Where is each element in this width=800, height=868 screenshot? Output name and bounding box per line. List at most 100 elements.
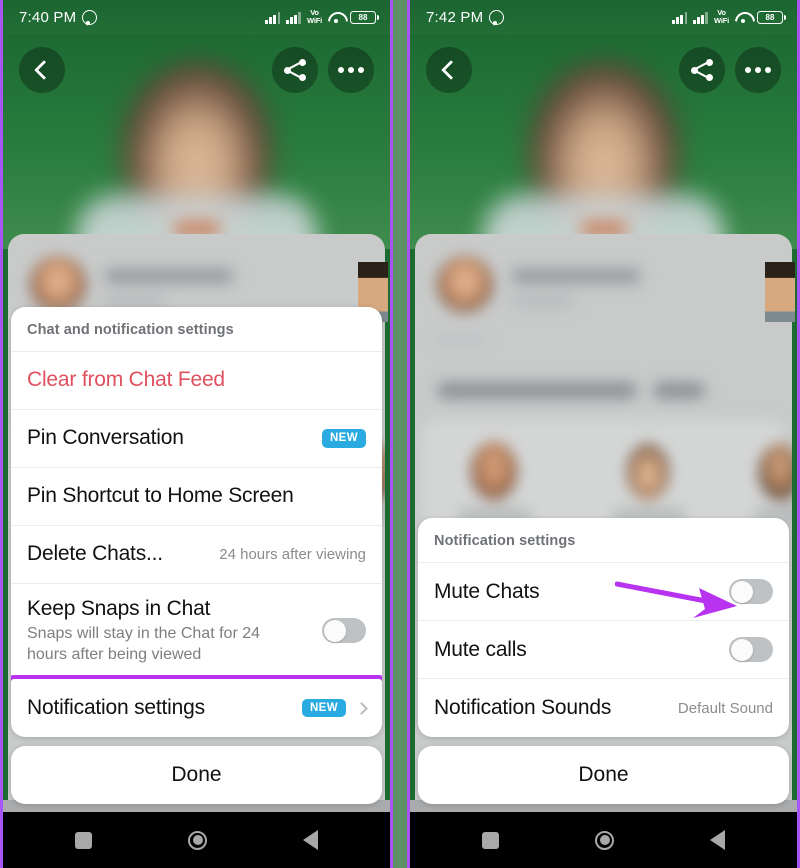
- section-heading-placeholder-2: [653, 382, 705, 399]
- whatsapp-icon: [82, 9, 98, 25]
- share-icon: [691, 59, 713, 81]
- row-value: 24 hours after viewing: [219, 545, 366, 563]
- sheet-title: Chat and notification settings: [11, 307, 382, 352]
- battery-icon: 88: [350, 10, 379, 24]
- more-options-button[interactable]: [735, 47, 781, 93]
- more-options-button[interactable]: [328, 47, 374, 93]
- phone-separator-gap: [393, 0, 407, 868]
- row-label: Notification Sounds: [434, 696, 612, 719]
- row-label: Notification settings: [27, 696, 205, 719]
- status-bar-left: 7:40 PM: [19, 8, 98, 26]
- profile-name-placeholder: [511, 268, 641, 284]
- suggested-avatar: [627, 444, 669, 500]
- row-subtitle: Snaps will stay in the Chat for 24 hours…: [27, 624, 261, 663]
- square-icon[interactable]: [482, 831, 499, 849]
- signal-bars-sim2-icon: [286, 11, 302, 24]
- profile-username-placeholder: [104, 296, 166, 306]
- whatsapp-icon: [489, 9, 505, 25]
- avatar: [30, 256, 86, 312]
- row-pin-shortcut-to-home-screen[interactable]: Pin Shortcut to Home Screen: [11, 468, 382, 526]
- keep-snaps-toggle[interactable]: [322, 618, 366, 644]
- signal-bars-sim2-icon: [693, 11, 709, 24]
- row-label: Pin Conversation: [27, 426, 184, 450]
- share-icon: [284, 59, 306, 81]
- row-keep-snaps-in-chat[interactable]: Keep Snaps in Chat Snaps will stay in th…: [11, 584, 382, 679]
- row-label: Clear from Chat Feed: [27, 368, 225, 392]
- action-sheet-container: Chat and notification settings Clear fro…: [11, 306, 382, 804]
- row-notification-settings[interactable]: Notification settings NEW: [11, 675, 382, 737]
- signal-bars-sim1-icon: [672, 11, 688, 24]
- android-navigation-bar: [3, 812, 390, 868]
- share-button[interactable]: [272, 47, 318, 93]
- profile-tag-placeholder: [437, 334, 485, 346]
- share-button[interactable]: [679, 47, 725, 93]
- row-text-block: Keep Snaps in Chat Snaps will stay in th…: [27, 597, 312, 665]
- battery-icon: 88: [757, 10, 786, 24]
- row-accessories: NEW: [321, 429, 366, 448]
- hero-toolbar: [410, 42, 797, 98]
- vowifi-icon: Vo WiFi: [714, 9, 729, 25]
- row-accessories: NEW: [301, 698, 368, 718]
- wifi-icon: [735, 11, 751, 23]
- new-badge: NEW: [301, 698, 346, 718]
- row-mute-chats[interactable]: Mute Chats: [418, 563, 789, 621]
- profile-name-placeholder: [104, 268, 234, 284]
- status-bar-time: 7:40 PM: [19, 8, 77, 26]
- action-sheet-container: Notification settings Mute Chats Mute ca…: [418, 518, 789, 804]
- row-value: Default Sound: [677, 699, 773, 717]
- new-badge: NEW: [321, 429, 366, 448]
- circle-icon[interactable]: [595, 830, 614, 850]
- row-notification-sounds[interactable]: Notification Sounds Default Sound: [418, 679, 789, 737]
- hero-toolbar-right: [272, 47, 374, 93]
- hero-toolbar: [3, 42, 390, 98]
- hero-toolbar-right: [679, 47, 781, 93]
- back-button[interactable]: [19, 47, 65, 93]
- back-button[interactable]: [426, 47, 472, 93]
- chevron-right-icon: [355, 701, 368, 715]
- sheet-title: Notification settings: [418, 518, 789, 563]
- square-icon[interactable]: [75, 831, 92, 849]
- chat-and-notification-settings-sheet: Chat and notification settings Clear fro…: [11, 306, 382, 737]
- row-label: Keep Snaps in Chat: [27, 596, 211, 620]
- more-options-icon: [338, 67, 364, 73]
- circle-icon[interactable]: [188, 830, 207, 850]
- vowifi-line2: WiFi: [714, 16, 729, 25]
- avatar: [437, 256, 493, 312]
- section-heading-placeholder: [437, 382, 637, 399]
- triangle-back-icon[interactable]: [710, 830, 725, 850]
- suggested-avatar: [471, 442, 517, 500]
- vowifi-icon: Vo WiFi: [307, 9, 322, 25]
- profile-username-placeholder: [511, 296, 573, 306]
- battery-level: 88: [765, 12, 775, 22]
- back-chevron-icon: [441, 60, 461, 80]
- signal-bars-sim1-icon: [265, 11, 281, 24]
- row-delete-chats[interactable]: Delete Chats... 24 hours after viewing: [11, 526, 382, 584]
- row-label: Pin Shortcut to Home Screen: [27, 484, 294, 508]
- status-bar-time: 7:42 PM: [426, 8, 484, 26]
- row-label: Mute Chats: [434, 579, 540, 603]
- right-phone: 7:42 PM Vo WiFi 88 Notification settings…: [407, 0, 800, 868]
- row-label: Mute calls: [434, 637, 527, 661]
- mute-chats-toggle[interactable]: [729, 579, 773, 604]
- row-mute-calls[interactable]: Mute calls: [418, 621, 789, 679]
- vowifi-line2: WiFi: [307, 16, 322, 25]
- status-bar: 7:40 PM Vo WiFi 88: [3, 0, 390, 34]
- android-navigation-bar: [410, 812, 797, 868]
- status-bar-right: Vo WiFi 88: [672, 9, 786, 25]
- status-bar-left: 7:42 PM: [426, 8, 505, 26]
- row-clear-from-chat-feed[interactable]: Clear from Chat Feed: [11, 352, 382, 410]
- status-bar: 7:42 PM Vo WiFi 88: [410, 0, 797, 34]
- triangle-back-icon[interactable]: [303, 830, 318, 850]
- done-button[interactable]: Done: [11, 746, 382, 804]
- two-phone-screenshot-comparison: 7:40 PM Vo WiFi 88 Chat and notification…: [0, 0, 800, 868]
- row-pin-conversation[interactable]: Pin Conversation NEW: [11, 410, 382, 468]
- mute-calls-toggle[interactable]: [729, 637, 773, 662]
- status-bar-right: Vo WiFi 88: [265, 9, 379, 25]
- left-phone: 7:40 PM Vo WiFi 88 Chat and notification…: [0, 0, 393, 868]
- back-chevron-icon: [34, 60, 54, 80]
- done-button[interactable]: Done: [418, 746, 789, 804]
- more-options-icon: [745, 67, 771, 73]
- wifi-icon: [328, 11, 344, 23]
- battery-level: 88: [358, 12, 368, 22]
- row-label: Delete Chats...: [27, 542, 163, 566]
